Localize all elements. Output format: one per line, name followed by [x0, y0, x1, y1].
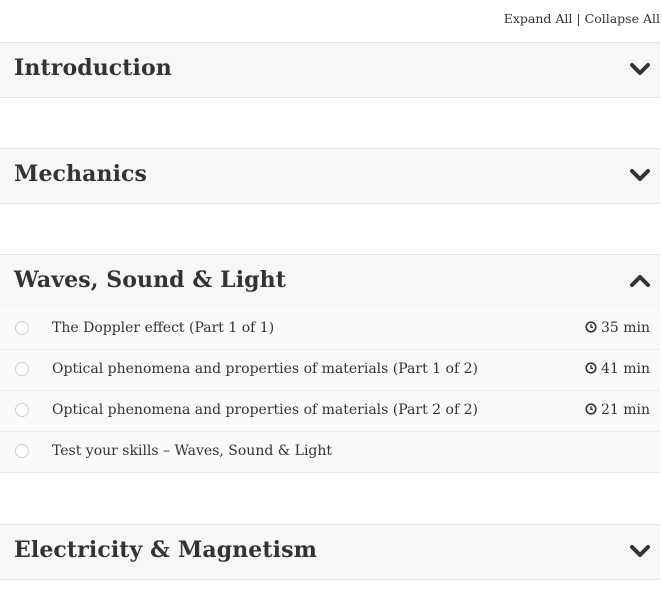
clock-icon — [585, 321, 597, 333]
section-header-electricity-magnetism[interactable]: Electricity & Magnetism — [0, 524, 660, 580]
link-separator: | — [576, 11, 581, 26]
lesson-title[interactable]: The Doppler effect (Part 1 of 1) — [52, 320, 274, 336]
lesson-duration: 35 min — [585, 320, 650, 336]
section-title: Introduction — [14, 55, 172, 81]
lesson-item[interactable]: Test your skills – Waves, Sound & Light — [0, 432, 660, 473]
radio-circle-icon[interactable] — [15, 362, 29, 376]
section-header-mechanics[interactable]: Mechanics — [0, 148, 660, 204]
duration-text: 35 min — [600, 320, 650, 336]
accordion-controls: Expand All | Collapse All — [0, 0, 662, 42]
lesson-title[interactable]: Optical phenomena and properties of mate… — [52, 402, 478, 418]
section-header-introduction[interactable]: Introduction — [0, 42, 660, 98]
clock-icon — [585, 403, 597, 415]
section-title: Waves, Sound & Light — [14, 267, 287, 293]
lesson-duration: 21 min — [585, 402, 650, 418]
chevron-down-icon[interactable] — [629, 540, 651, 562]
lesson-title[interactable]: Test your skills – Waves, Sound & Light — [52, 443, 332, 459]
lesson-item[interactable]: Optical phenomena and properties of mate… — [0, 350, 660, 391]
clock-icon — [585, 362, 597, 374]
chevron-up-icon[interactable] — [629, 270, 651, 292]
duration-text: 21 min — [600, 402, 650, 418]
expand-all-link[interactable]: Expand All — [504, 11, 573, 26]
duration-text: 41 min — [600, 361, 650, 377]
lesson-title[interactable]: Optical phenomena and properties of mate… — [52, 361, 478, 377]
lesson-item[interactable]: Optical phenomena and properties of mate… — [0, 391, 660, 432]
section-title: Mechanics — [14, 161, 148, 187]
section-header-waves-sound-light[interactable]: Waves, Sound & Light — [0, 254, 660, 310]
chevron-down-icon[interactable] — [629, 58, 651, 80]
radio-circle-icon[interactable] — [15, 321, 29, 335]
radio-circle-icon[interactable] — [15, 444, 29, 458]
section-title: Electricity & Magnetism — [14, 537, 317, 563]
lesson-duration: 41 min — [585, 361, 650, 377]
collapse-all-link[interactable]: Collapse All — [585, 11, 660, 26]
radio-circle-icon[interactable] — [15, 403, 29, 417]
lesson-item[interactable]: The Doppler effect (Part 1 of 1) 35 min — [0, 309, 660, 350]
chevron-down-icon[interactable] — [629, 164, 651, 186]
expand-collapse-links: Expand All | Collapse All — [504, 11, 660, 26]
